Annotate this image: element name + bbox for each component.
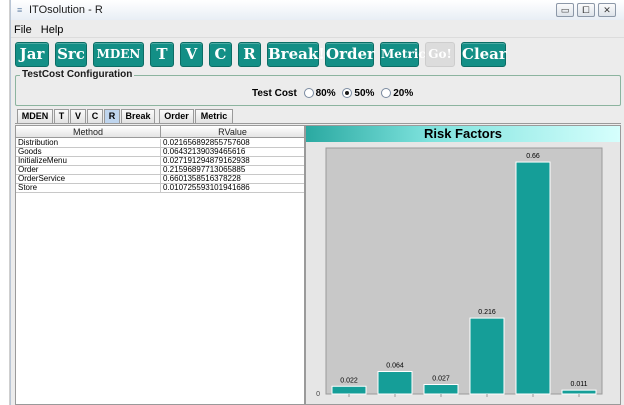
cell-method: Store	[16, 184, 161, 193]
app-icon: ≡	[17, 5, 23, 15]
v-button[interactable]: V	[180, 42, 203, 67]
bar	[561, 389, 597, 395]
table-row[interactable]: Store 0.010725593101941686	[16, 184, 304, 193]
cell-method: OrderService	[16, 175, 161, 184]
table-row[interactable]: InitializeMenu 0.027191294879162938	[16, 157, 304, 166]
table-header: Method RValue	[16, 126, 304, 138]
bar	[331, 385, 367, 395]
tab-order[interactable]: Order	[159, 109, 194, 124]
bar-data-label: 0.66	[526, 153, 540, 160]
table-row[interactable]: Goods 0.06432139039465616	[16, 148, 304, 157]
t-button[interactable]: T	[150, 42, 174, 67]
bar-chart-plot: 0.022 0.064 0.027 0.216 0.66 0.011 0	[316, 147, 603, 398]
plot-area	[325, 147, 603, 395]
title-bar[interactable]: ≡ ITOsolution - R ▭ ⧠ ✕	[11, 0, 624, 20]
close-button[interactable]: ✕	[598, 3, 616, 17]
cell-method: Distribution	[16, 139, 161, 148]
go-button[interactable]: Go!	[425, 42, 455, 67]
bar	[423, 384, 459, 395]
config-legend: TestCost Configuration	[20, 69, 135, 80]
cell-rvalue: 0.21596897713065885	[163, 166, 246, 174]
radio-50-label[interactable]: 50%	[354, 88, 374, 99]
bar-data-label: 0.011	[571, 381, 588, 388]
tab-r[interactable]: R	[104, 109, 120, 124]
bar-data-label: 0.216	[478, 309, 496, 316]
tab-v[interactable]: V	[70, 109, 86, 124]
y-tick-label: 0	[316, 391, 320, 398]
src-button[interactable]: Src	[55, 42, 87, 67]
chart-header: Risk Factors	[306, 126, 620, 142]
bar-data-label: 0.064	[386, 363, 404, 370]
tab-c[interactable]: C	[87, 109, 103, 124]
mden-button[interactable]: MDEN	[93, 42, 144, 67]
order-button[interactable]: Order	[325, 42, 375, 67]
testcost-label: Test Cost	[252, 88, 297, 99]
radio-50[interactable]	[342, 88, 353, 98]
column-header-method[interactable]: Method	[16, 126, 161, 138]
risk-factors-chart: Risk Factors 0.022 0.064 0.027 0.216 0.66 0.0…	[305, 125, 621, 405]
c-button[interactable]: C	[209, 42, 232, 67]
cell-rvalue: 0.6601358516378228	[163, 175, 241, 183]
tab-divider	[15, 123, 621, 124]
cell-method: Goods	[16, 148, 161, 157]
app-window: ≡ ITOsolution - R ▭ ⧠ ✕ File Help Jar Sr…	[10, 0, 624, 405]
menu-file[interactable]: File	[11, 22, 35, 38]
bar-data-label: 0.027	[432, 376, 450, 383]
radio-20[interactable]	[381, 88, 392, 98]
radio-20-label[interactable]: 20%	[393, 88, 413, 99]
tab-metric[interactable]: Metric	[195, 109, 233, 124]
bar	[377, 371, 413, 395]
cell-rvalue: 0.021656892855757608	[163, 139, 250, 147]
clear-button[interactable]: Clear	[461, 42, 507, 67]
jar-button[interactable]: Jar	[15, 42, 49, 67]
table-row[interactable]: Distribution 0.021656892855757608	[16, 139, 304, 148]
cell-method: InitializeMenu	[16, 157, 161, 166]
testcost-configuration: TestCost Configuration Test Cost 80% 50%…	[15, 69, 621, 106]
bar-data-label: 0.022	[340, 377, 358, 384]
testcost-options: Test Cost 80% 50% 20%	[252, 88, 413, 99]
minimize-button[interactable]: ▭	[556, 3, 574, 17]
tab-break[interactable]: Break	[121, 109, 155, 124]
window-title: ITOsolution - R	[29, 4, 103, 16]
bar	[469, 317, 505, 395]
table-row[interactable]: OrderService 0.6601358516378228	[16, 175, 304, 184]
table-row[interactable]: Order 0.21596897713065885	[16, 166, 304, 175]
cell-rvalue: 0.027191294879162938	[163, 157, 250, 165]
tab-t[interactable]: T	[54, 109, 69, 124]
menu-help[interactable]: Help	[38, 22, 67, 38]
cell-method: Order	[16, 166, 161, 175]
radio-80-label[interactable]: 80%	[316, 88, 336, 99]
column-header-rvalue[interactable]: RValue	[161, 126, 304, 138]
tab-mden[interactable]: MDEN	[17, 109, 53, 124]
maximize-button[interactable]: ⧠	[577, 3, 595, 17]
bar	[515, 161, 551, 395]
cell-rvalue: 0.06432139039465616	[163, 148, 246, 156]
break-button[interactable]: Break!	[267, 42, 325, 67]
radio-80[interactable]	[303, 88, 314, 98]
cell-rvalue: 0.010725593101941686	[163, 184, 250, 192]
metric-button[interactable]: Metric	[380, 42, 426, 67]
r-button[interactable]: R	[238, 42, 261, 67]
rvalue-table: Method RValue Distribution 0.021656892855…	[15, 125, 305, 405]
menu-bar: File Help	[11, 22, 624, 38]
background-strip	[0, 0, 10, 405]
chart-title: Risk Factors	[423, 126, 503, 141]
